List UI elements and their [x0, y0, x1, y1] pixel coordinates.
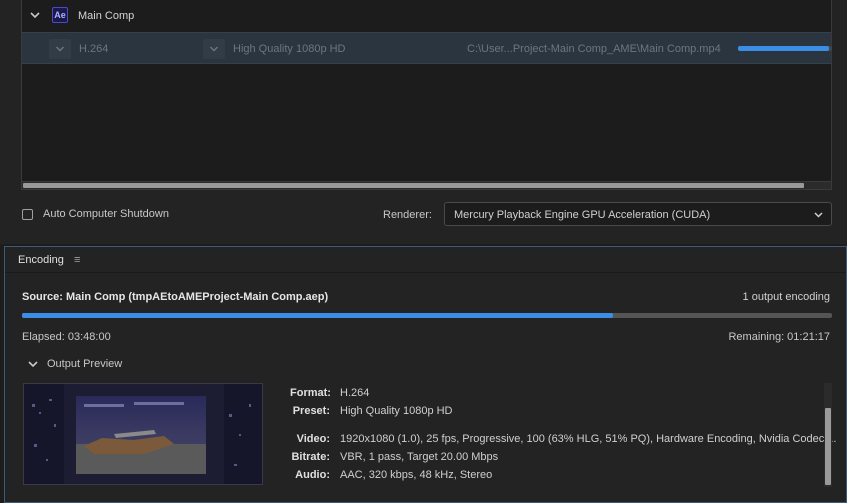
output-preview-thumbnail: [23, 383, 263, 485]
detail-key: Audio:: [295, 469, 330, 481]
output-progress-fill: [738, 46, 830, 51]
comp-name: Main Comp: [78, 10, 135, 22]
detail-value: H.264: [340, 387, 370, 399]
auto-shutdown-label[interactable]: Auto Computer Shutdown: [43, 208, 169, 220]
panel-menu-icon[interactable]: ≡: [74, 254, 80, 266]
detail-key: Bitrate:: [291, 451, 330, 463]
scrollbar-thumb[interactable]: [23, 183, 804, 188]
detail-value: High Quality 1080p HD: [340, 405, 453, 417]
output-format[interactable]: H.264: [79, 43, 108, 55]
detail-value: VBR, 1 pass, Target 20.00 Mbps: [340, 451, 499, 463]
elapsed-time: Elapsed: 03:48:00: [22, 331, 111, 343]
detail-key: Video:: [296, 433, 330, 445]
output-count: 1 output encoding: [742, 291, 830, 303]
renderer-select[interactable]: Mercury Playback Engine GPU Acceleration…: [444, 202, 832, 226]
auto-shutdown-checkbox[interactable]: [22, 209, 33, 220]
horizontal-scrollbar[interactable]: [21, 181, 832, 190]
queue-list: Ae Main Comp H.264 High Quality 1080p HD…: [21, 0, 832, 181]
format-dropdown[interactable]: [49, 39, 71, 59]
after-effects-icon: Ae: [52, 7, 68, 23]
renderer-value: Mercury Playback Engine GPU Acceleration…: [454, 209, 711, 221]
encoding-progress-fill: [22, 313, 614, 318]
scrollbar-thumb[interactable]: [825, 408, 831, 485]
output-file-path[interactable]: C:\User...Project-Main Comp_AME\Main Com…: [467, 43, 721, 55]
output-preview-toggle[interactable]: Output Preview: [47, 358, 122, 370]
output-preset[interactable]: High Quality 1080p HD: [233, 43, 346, 55]
queue-output-row[interactable]: H.264 High Quality 1080p HD C:\User...Pr…: [22, 32, 832, 64]
encoding-source: Source: Main Comp (tmpAEtoAMEProject-Mai…: [22, 291, 329, 303]
chevron-down-icon[interactable]: [29, 9, 41, 21]
remaining-time: Remaining: 01:21:17: [728, 331, 830, 343]
detail-key: Format:: [290, 387, 331, 399]
tabbar-divider: [5, 272, 846, 273]
detail-value: 1920x1080 (1.0), 25 fps, Progressive, 10…: [340, 433, 837, 445]
encoding-progress-bar: [22, 313, 832, 318]
chevron-down-icon: [210, 46, 218, 52]
detail-key: Preset:: [292, 405, 330, 417]
encoding-panel: Encoding ≡ Source: Main Comp (tmpAEtoAME…: [4, 246, 847, 503]
vertical-scrollbar[interactable]: [824, 383, 832, 487]
detail-value: AAC, 320 kbps, 48 kHz, Stereo: [340, 469, 493, 481]
chevron-down-icon: [56, 46, 64, 52]
output-progress-bar: [738, 46, 832, 51]
chevron-down-icon[interactable]: [27, 358, 39, 370]
queue-panel: Ae Main Comp H.264 High Quality 1080p HD…: [0, 0, 847, 244]
preset-dropdown[interactable]: [203, 39, 225, 59]
video-frame-image: [24, 384, 262, 484]
queue-comp-row[interactable]: Ae Main Comp: [22, 0, 831, 32]
tab-encoding[interactable]: Encoding: [18, 254, 64, 266]
renderer-label: Renderer:: [383, 209, 432, 221]
chevron-down-icon: [814, 212, 823, 218]
